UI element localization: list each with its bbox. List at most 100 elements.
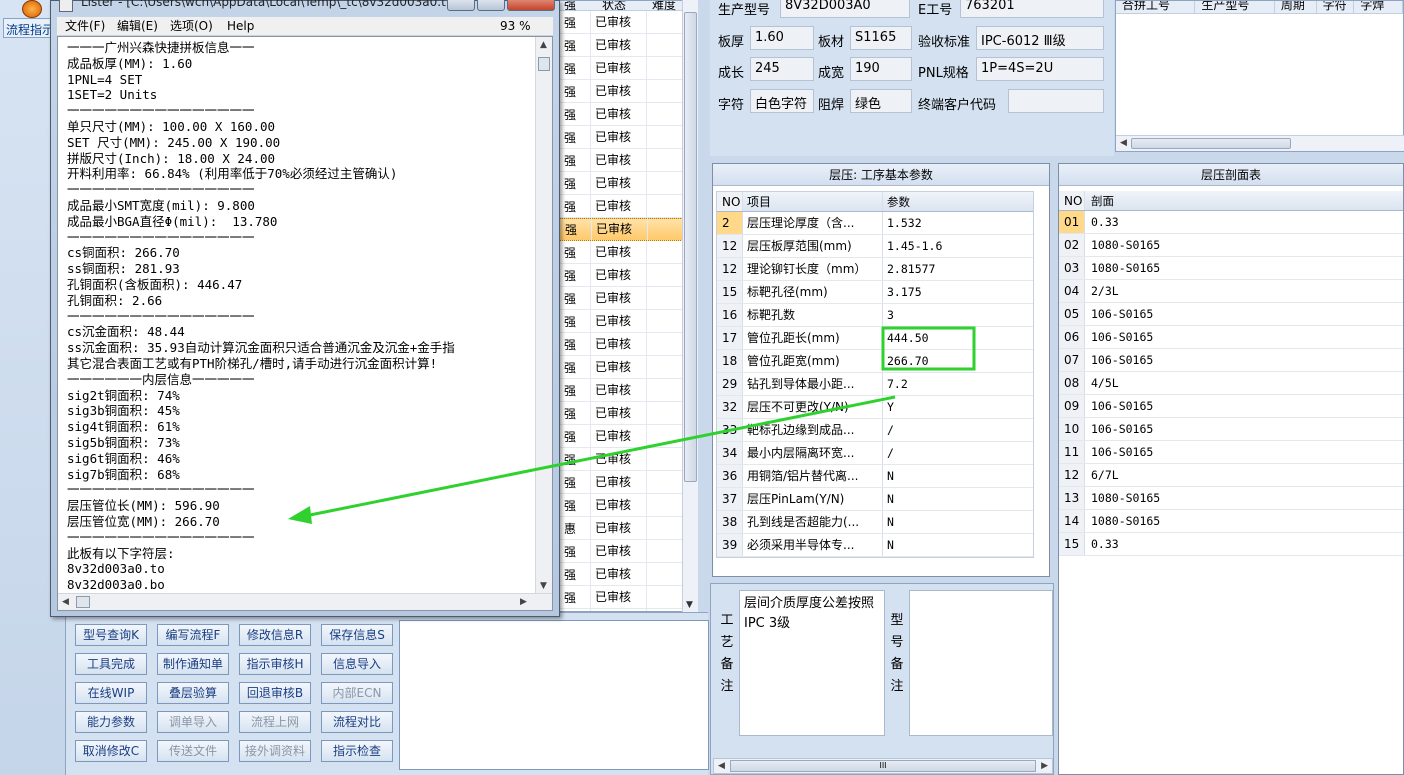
grid-horizontal-scrollbar[interactable]: ◀ [1116,135,1404,151]
section-row[interactable]: 06 106-S0165 [1059,326,1403,349]
section-row[interactable]: 10 106-S0165 [1059,418,1403,441]
table-row[interactable]: 强已审核 [556,148,697,172]
menu-options[interactable]: 选项(O) [170,17,213,36]
length-field[interactable]: 245 [750,57,814,81]
table-vertical-scrollbar[interactable]: ▼ [682,0,698,612]
remarks-horizontal-scrollbar[interactable]: ◀ III ▶ [713,758,1053,774]
toolbar-button[interactable]: 叠层验算 [157,682,229,704]
param-row[interactable]: 32 层压不可更改(Y/N) Y [717,396,1033,419]
toolbar-button[interactable]: 型号查询K [75,624,147,646]
section-row[interactable]: 04 2/3L [1059,280,1403,303]
toolbar-button[interactable]: 接外调资料 [239,740,311,762]
table-row[interactable]: 惠已审核 [556,516,697,540]
section-row[interactable]: 02 1080-S0165 [1059,234,1403,257]
toolbar-button[interactable]: 流程对比 [321,711,393,733]
lister-horizontal-scrollbar[interactable]: ◀ ▶ [58,593,552,610]
table-row[interactable]: 强已审核 [556,240,697,264]
scroll-thumb[interactable] [538,57,550,71]
table-row[interactable]: 强已审核 [556,378,697,402]
param-row[interactable]: 12 层压板厚范围(mm) 1.45-1.6 [717,235,1033,258]
table-row[interactable]: 强已审核 [556,218,697,241]
toolbar-button[interactable]: 指示审核H [239,653,311,675]
table-row[interactable]: 强已审核 [556,56,697,80]
section-row[interactable]: 09 106-S0165 [1059,395,1403,418]
table-row[interactable]: 强已审核 [556,470,697,494]
toolbar-button[interactable]: 在线WIP [75,682,147,704]
section-grid[interactable]: NO 剖面 01 0.33 02 1080-S0165 03 1080-S0165 04 2/… [1059,191,1403,556]
minimize-button[interactable] [447,0,475,11]
table-row[interactable]: 强已审核 [556,102,697,126]
section-row[interactable]: 11 106-S0165 [1059,441,1403,464]
material-field[interactable]: S1165 [850,26,912,50]
table-row[interactable]: 强已审核 [556,33,697,57]
params-grid[interactable]: NO 项目 参数 2 层压理论厚度（含... 1.532 12 层压板厚范围(mm) 1.… [716,191,1034,558]
param-row[interactable]: 18 管位孔距宽(mm) 266.70 [717,350,1033,373]
table-row[interactable]: 强已审核 [556,79,697,103]
param-row[interactable]: 2 层压理论厚度（含... 1.532 [717,212,1033,235]
width-field[interactable]: 190 [850,57,912,81]
craft-remark-text[interactable]: 层间介质厚度公差按照IPC 3级 [739,590,885,736]
eno-field[interactable]: 763201 [960,0,1104,18]
param-row[interactable]: 34 最小内层隔离环宽... / [717,442,1033,465]
scroll-thumb[interactable]: III [730,760,1036,772]
param-row[interactable]: 16 标靶孔数 3 [717,304,1033,327]
standard-field[interactable]: IPC-6012 Ⅲ级 [976,26,1104,50]
menu-edit[interactable]: 编辑(E) [117,17,158,36]
menu-file[interactable]: 文件(F) [65,17,105,36]
param-row[interactable]: 12 理论铆钉长度（mm） 2.81577 [717,258,1033,281]
toolbar-button[interactable]: 修改信息R [239,624,311,646]
scroll-thumb[interactable] [1131,138,1291,149]
table-row[interactable]: 强已审核 [556,332,697,356]
table-row[interactable]: 强已审核 [556,309,697,333]
scroll-down-icon[interactable]: ▼ [686,600,693,610]
customer-code-field[interactable] [1008,89,1104,113]
table-row[interactable]: 强已审核 [556,286,697,310]
character-field[interactable]: 白色字符 [750,89,814,113]
table-row[interactable]: 强已审核 [556,125,697,149]
toolbar-button[interactable]: 指示检查 [321,740,393,762]
table-row[interactable]: 强已审核 [556,194,697,218]
table-row[interactable]: 强已审核 [556,10,697,34]
toolbar-button[interactable]: 信息导入 [321,653,393,675]
toolbar-button[interactable]: 能力参数 [75,711,147,733]
toolbar-button[interactable]: 取消修改C [75,740,147,762]
scroll-left-icon[interactable]: ◀ [1120,138,1127,148]
scroll-up-icon[interactable]: ▲ [540,40,547,50]
pnl-field[interactable]: 1P=4S=2U [976,57,1104,81]
scroll-thumb[interactable] [684,12,697,482]
thickness-field[interactable]: 1.60 [750,26,814,50]
toolbar-button[interactable]: 调单导入 [157,711,229,733]
table-row[interactable]: 强已审核 [556,447,697,471]
section-row[interactable]: 05 106-S0165 [1059,303,1403,326]
model-field[interactable]: 8V32D003A0 [780,0,910,18]
table-row[interactable]: 强已审核 [556,585,697,609]
section-row[interactable]: 03 1080-S0165 [1059,257,1403,280]
param-row[interactable]: 33 靶标孔边缘到成品... / [717,419,1033,442]
param-row[interactable]: 17 管位孔距长(mm) 444.50 [717,327,1033,350]
table-row[interactable]: 强已审核 [556,539,697,563]
section-row[interactable]: 13 1080-S0165 [1059,487,1403,510]
soldermask-field[interactable]: 绿色 [850,89,912,113]
memo-box[interactable] [399,620,709,770]
scroll-down-icon[interactable]: ▼ [540,581,547,591]
order-status-table[interactable]: 强 状态 难度 强已审核强已审核强已审核强已审核强已审核强已审核强已审核强已审核… [555,0,698,612]
close-button[interactable] [507,0,555,11]
section-row[interactable]: 15 0.33 [1059,533,1403,556]
lister-vertical-scrollbar[interactable]: ▲ ▼ [535,37,552,594]
scroll-right-icon[interactable]: ▶ [1041,761,1048,771]
section-row[interactable]: 12 6/7L [1059,464,1403,487]
maximize-button[interactable] [477,0,505,11]
toolbar-button[interactable]: 回退审核B [239,682,311,704]
param-row[interactable]: 15 标靶孔径(mm) 3.175 [717,281,1033,304]
section-row[interactable]: 08 4/5L [1059,372,1403,395]
toolbar-button[interactable]: 传送文件 [157,740,229,762]
param-row[interactable]: 38 孔到线是否超能力(... N [717,511,1033,534]
table-row[interactable]: 强已审核 [556,424,697,448]
toolbar-button[interactable]: 内部ECN [321,682,393,704]
lister-window[interactable]: Lister - [C:\Users\wch\AppData\Local\Tem… [50,0,560,617]
param-row[interactable]: 37 层压PinLam(Y/N) N [717,488,1033,511]
toolbar-button[interactable]: 制作通知单 [157,653,229,675]
toolbar-button[interactable]: 保存信息S [321,624,393,646]
menu-help[interactable]: Help [227,17,254,36]
param-row[interactable]: 29 钻孔到导体最小距... 7.2 [717,373,1033,396]
